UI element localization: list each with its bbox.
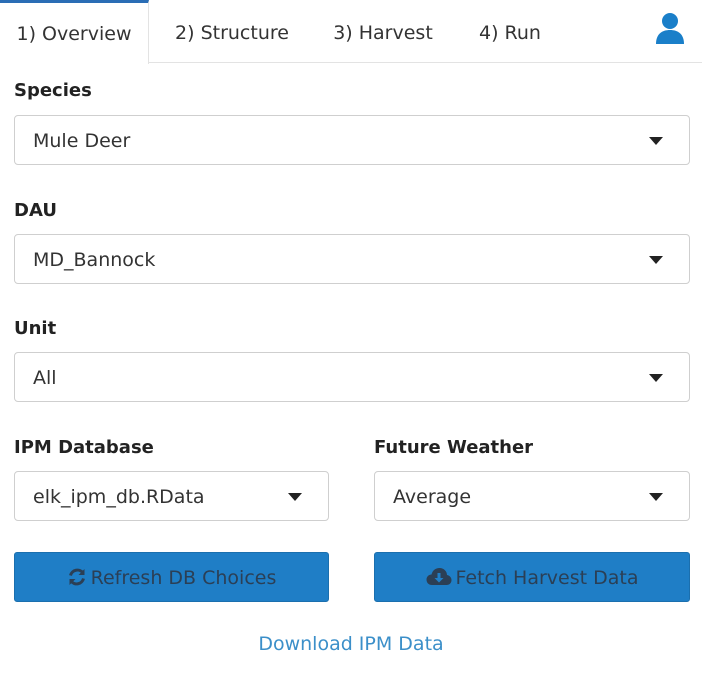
tab-overview[interactable]: 1) Overview: [0, 0, 149, 64]
download-ipm-link[interactable]: Download IPM Data: [0, 633, 702, 655]
future-weather-select[interactable]: Average: [374, 471, 690, 521]
user-icon[interactable]: [654, 12, 686, 44]
chevron-down-icon: [649, 493, 663, 501]
fetch-harvest-label: Fetch Harvest Data: [455, 567, 639, 589]
chevron-down-icon: [649, 256, 663, 264]
tab-bar: 1) Overview 2) Structure 3) Harvest 4) R…: [0, 0, 702, 64]
tab-harvest[interactable]: 3) Harvest: [318, 0, 448, 63]
species-value: Mule Deer: [33, 130, 131, 152]
species-label: Species: [14, 80, 92, 101]
refresh-db-label: Refresh DB Choices: [90, 567, 277, 589]
chevron-down-icon: [649, 374, 663, 382]
tab-run[interactable]: 4) Run: [462, 0, 558, 63]
dau-label: DAU: [14, 200, 57, 221]
species-select[interactable]: Mule Deer: [14, 115, 690, 165]
ipm-database-value: elk_ipm_db.RData: [33, 486, 205, 508]
ipm-database-label: IPM Database: [14, 437, 154, 458]
chevron-down-icon: [649, 137, 663, 145]
refresh-icon: [68, 568, 85, 585]
chevron-down-icon: [288, 493, 302, 501]
future-weather-value: Average: [393, 486, 472, 508]
refresh-db-button[interactable]: Refresh DB Choices: [14, 552, 329, 602]
tab-structure[interactable]: 2) Structure: [160, 0, 304, 63]
cloud-download-icon: [426, 567, 451, 585]
future-weather-label: Future Weather: [374, 437, 534, 458]
dau-select[interactable]: MD_Bannock: [14, 234, 690, 284]
unit-select[interactable]: All: [14, 352, 690, 402]
unit-label: Unit: [14, 318, 57, 339]
dau-value: MD_Bannock: [33, 249, 156, 271]
unit-value: All: [33, 367, 57, 389]
ipm-database-select[interactable]: elk_ipm_db.RData: [14, 471, 329, 521]
fetch-harvest-button[interactable]: Fetch Harvest Data: [374, 552, 690, 602]
